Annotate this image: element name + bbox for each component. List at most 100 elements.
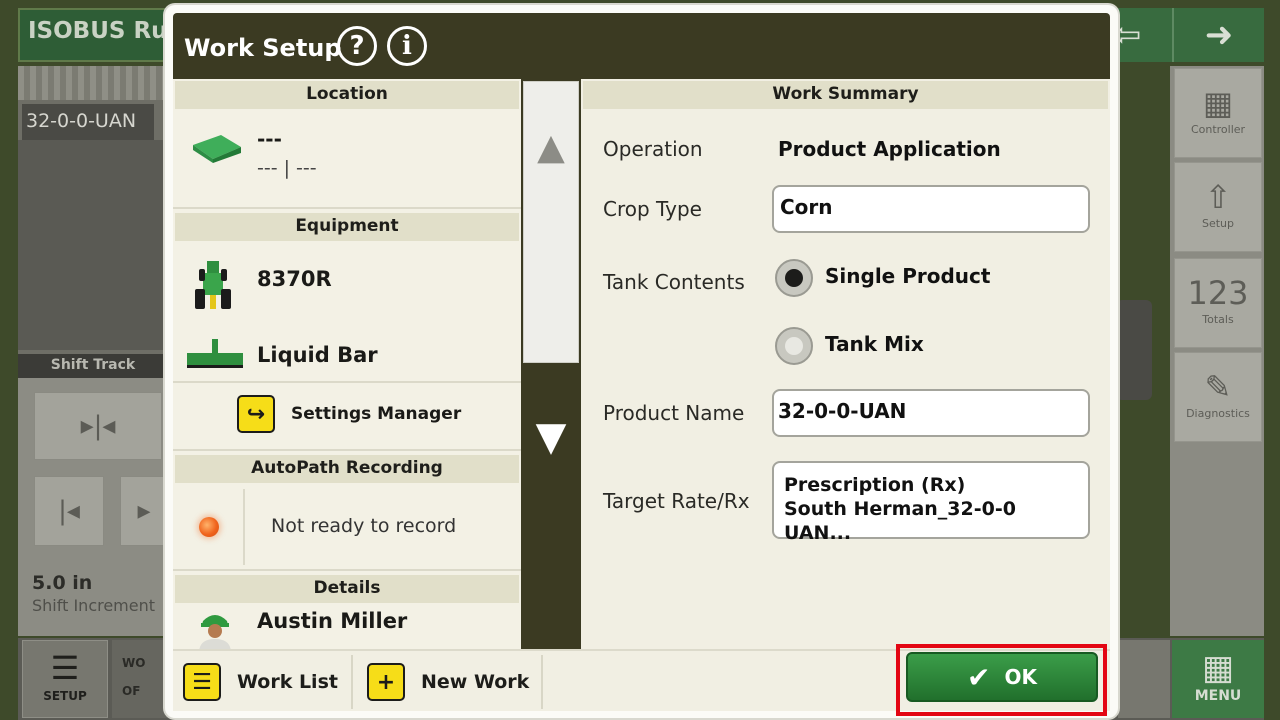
ok-label: OK [1004, 665, 1037, 689]
target-rate-label: Target Rate/Rx [603, 489, 750, 513]
menu-button[interactable]: ▦ MENU [1172, 640, 1264, 718]
scroll-down-button[interactable]: ▼ [523, 367, 579, 647]
location-row[interactable]: --- --- | --- [173, 111, 521, 207]
settings-manager-label: Settings Manager [291, 404, 462, 424]
side-button[interactable] [1116, 300, 1152, 400]
divider [541, 655, 543, 709]
shift-center-button[interactable]: ▸|◂ [34, 392, 162, 460]
divider [243, 489, 245, 565]
next-arrow-icon[interactable]: ➜ [1172, 8, 1264, 62]
location-line2: --- | --- [257, 157, 317, 179]
totals-tile[interactable]: 123 Totals [1174, 258, 1262, 348]
option-button[interactable] [1118, 640, 1170, 718]
location-header: Location [175, 81, 519, 109]
divider [173, 207, 521, 209]
divider [351, 655, 353, 709]
dialog-body: Location --- --- | --- Equipment 8370R L… [173, 79, 1110, 649]
scroll-bar[interactable]: ▲ ▼ [521, 79, 581, 649]
work-sub-label: OF [122, 684, 141, 698]
operator-name: Austin Miller [257, 609, 408, 633]
shift-increment-value: 5.0 in [32, 572, 93, 594]
single-product-label[interactable]: Single Product [825, 264, 990, 288]
ok-button[interactable]: ✔ OK [906, 652, 1098, 702]
diagnostics-tile-label: Diagnostics [1186, 407, 1250, 420]
setup-list-icon: ☰ [50, 649, 80, 687]
menu-grid-icon: ▦ [1201, 648, 1235, 688]
tank-contents-label: Tank Contents [603, 270, 745, 294]
checkmark-icon: ✔ [967, 660, 991, 694]
work-list-label: Work List [237, 671, 338, 693]
product-name-field[interactable]: 32-0-0-UAN [772, 389, 1090, 437]
single-product-radio[interactable] [775, 259, 813, 297]
operation-value: Product Application [778, 137, 1001, 161]
divider [173, 381, 521, 383]
autopath-header: AutoPath Recording [175, 455, 519, 483]
liquid-bar-icon [187, 339, 243, 368]
divider [173, 449, 521, 451]
shift-increment-label: Shift Increment [32, 596, 156, 615]
shift-track-label: Shift Track [18, 354, 168, 378]
shift-right-icon: ▸ [137, 496, 151, 526]
scroll-down-icon: ▼ [535, 414, 567, 460]
controller-icon: ▦ [1202, 84, 1234, 122]
dialog-title: Work Setup [184, 34, 342, 62]
dialog-header: Work Setup ? i [173, 13, 1110, 79]
help-icon[interactable]: ? [337, 26, 377, 66]
equipment-header: Equipment [175, 213, 519, 241]
operator-icon [199, 615, 231, 649]
target-rate-field[interactable]: Prescription (Rx) South Herman_32-0-0 UA… [772, 461, 1090, 544]
work-summary-panel: Work Summary Operation Product Applicati… [581, 79, 1110, 649]
product-name-label: Product Name [603, 401, 745, 425]
status-led-icon [199, 517, 219, 537]
controller-tile[interactable]: ▦ Controller [1174, 68, 1262, 158]
setup-left-column: Location --- --- | --- Equipment 8370R L… [173, 79, 521, 649]
totals-icon: 123 [1187, 274, 1249, 312]
operator-row[interactable]: Austin Miller [173, 605, 521, 649]
setup-label: SETUP [43, 689, 87, 703]
crop-type-label: Crop Type [603, 197, 702, 221]
controller-tile-label: Controller [1190, 123, 1246, 136]
target-rate-line1: Prescription (Rx) [784, 474, 966, 496]
work-summary-header: Work Summary [583, 81, 1108, 109]
diagnostics-icon: ✎ [1204, 368, 1232, 406]
shift-left-button[interactable]: |◂ [34, 476, 104, 546]
location-line1: --- [257, 127, 282, 151]
tractor-row[interactable]: 8370R [173, 243, 521, 315]
work-list-icon: ☰ [183, 663, 221, 701]
info-icon[interactable]: i [387, 26, 427, 66]
tank-mix-radio[interactable] [775, 327, 813, 365]
implement-name: Liquid Bar [257, 343, 378, 367]
map-area [18, 140, 168, 350]
scroll-up-icon: ▲ [537, 126, 565, 168]
tractor-icon [195, 261, 231, 309]
map-strip [18, 66, 168, 100]
shift-center-icon: ▸|◂ [80, 411, 116, 441]
app-title: ISOBUS Ru [28, 18, 168, 44]
totals-tile-label: Totals [1202, 313, 1234, 326]
setup-button[interactable]: ☰ SETUP [22, 640, 108, 718]
autopath-status: Not ready to record [271, 515, 457, 537]
divider [173, 569, 521, 571]
new-work-label: New Work [421, 671, 530, 693]
tank-mix-label[interactable]: Tank Mix [825, 332, 924, 356]
shift-left-icon: |◂ [58, 496, 80, 526]
work-setup-dialog: Work Setup ? i Location --- --- | --- Eq… [165, 5, 1118, 718]
work-button[interactable]: WO OF [112, 640, 168, 718]
target-rate-line2: South Herman_32-0-0 UAN... [784, 498, 1016, 544]
tractor-name: 8370R [257, 267, 332, 291]
shift-right-button[interactable]: ▸ [120, 476, 168, 546]
work-list-button[interactable]: ☰ Work List [183, 651, 353, 713]
new-work-plus-icon: + [367, 663, 405, 701]
settings-manager-arrow-icon: ↪ [237, 395, 275, 433]
setup-tile[interactable]: ⇧ Setup [1174, 162, 1262, 252]
implement-row[interactable]: Liquid Bar [173, 319, 521, 381]
settings-manager-button[interactable]: ↪ Settings Manager [237, 389, 507, 439]
new-work-button[interactable]: + New Work [367, 651, 547, 713]
setup-tile-label: Setup [1201, 217, 1235, 230]
scroll-up-button[interactable]: ▲ [523, 81, 579, 363]
product-label: 32-0-0-UAN [22, 104, 154, 140]
diagnostics-tile[interactable]: ✎ Diagnostics [1174, 352, 1262, 442]
crop-type-field[interactable]: Corn [772, 185, 1090, 233]
autopath-row: Not ready to record [173, 485, 521, 569]
menu-label: MENU [1194, 688, 1242, 704]
